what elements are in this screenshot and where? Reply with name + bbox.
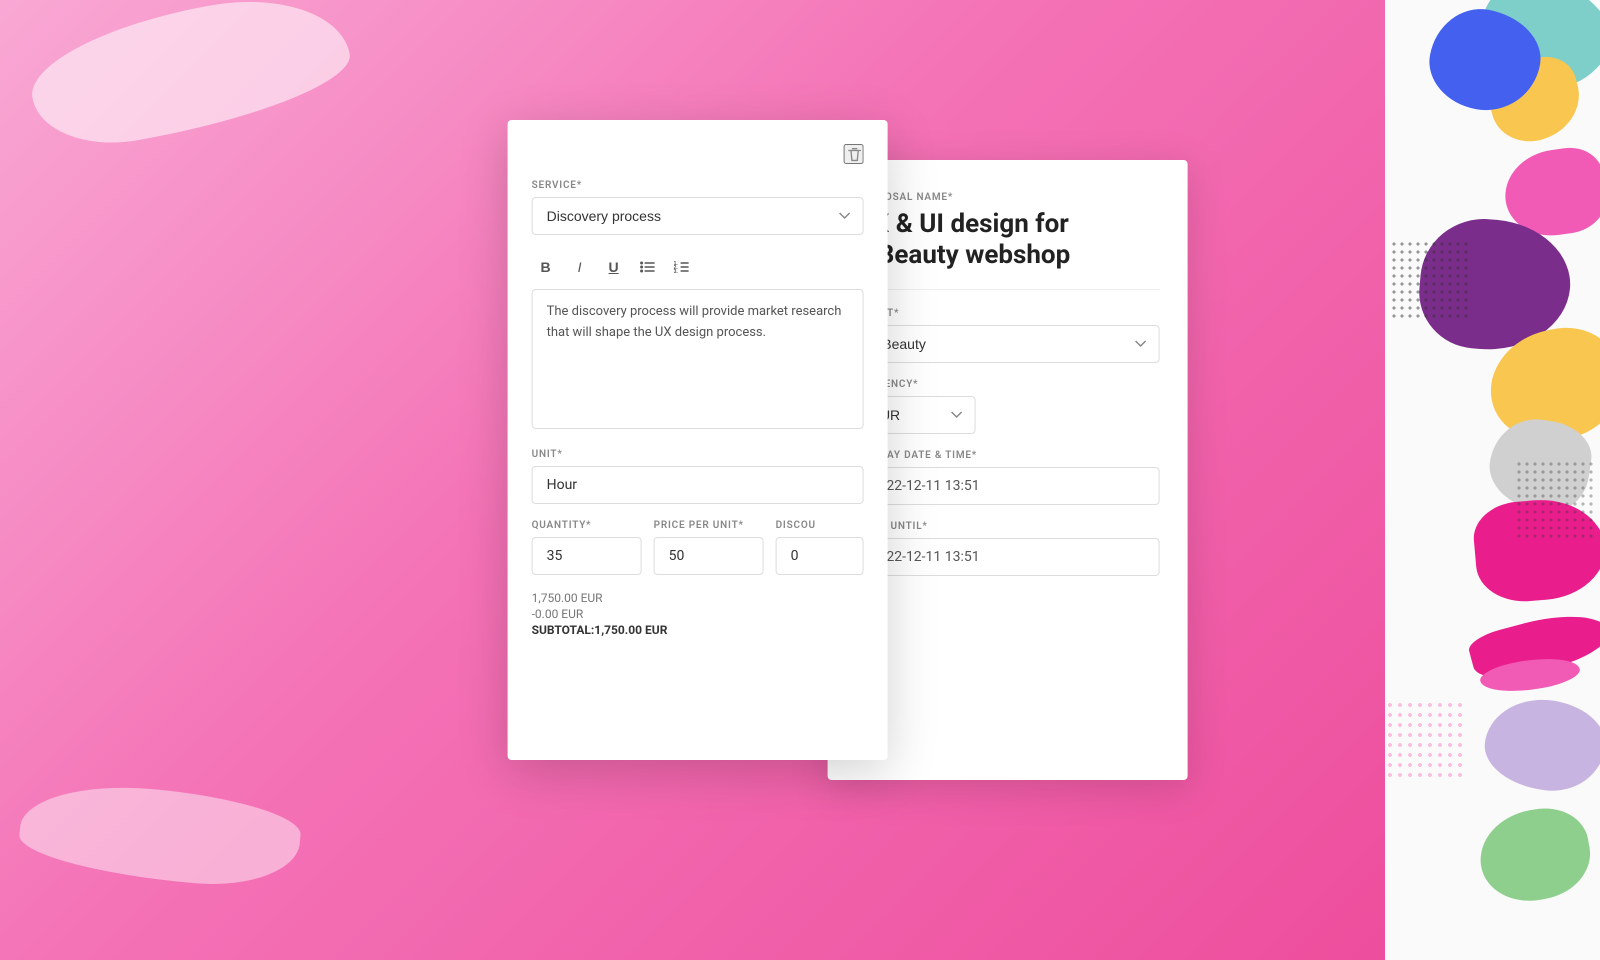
service-label: SERVICE* xyxy=(532,180,864,191)
client-label: CLIENT* xyxy=(856,308,1160,319)
service-card: SERVICE* Discovery process B I U xyxy=(508,120,888,760)
card-header xyxy=(532,144,864,164)
valid-until-group: VALID UNTIL* xyxy=(856,521,1160,576)
proposal-name-group: PROPOSAL NAME* UX & UI design for InBeau… xyxy=(856,192,1160,290)
discount-input[interactable] xyxy=(776,537,864,575)
currency-label: CURRENCY* xyxy=(856,379,1160,390)
quantity-row: QUANTITY* PRICE PER UNIT* DISCOU xyxy=(532,520,864,575)
quantity-label: QUANTITY* xyxy=(532,520,642,531)
unordered-list-button[interactable] xyxy=(634,253,662,281)
deco-shape-dots3 xyxy=(1385,700,1465,780)
unit-label: UNIT* xyxy=(532,449,864,460)
deco-shape-green xyxy=(1473,801,1597,909)
client-select[interactable]: InBeauty xyxy=(856,325,1160,363)
quantity-group: QUANTITY* xyxy=(532,520,642,575)
client-group: CLIENT* InBeauty xyxy=(856,308,1160,363)
deco-shape-dots xyxy=(1390,240,1470,320)
pricing-summary: 1,750.00 EUR -0.00 EUR SUBTOTAL:1,750.00… xyxy=(532,591,864,637)
price-label: PRICE PER UNIT* xyxy=(654,520,764,531)
display-date-input[interactable] xyxy=(856,467,1160,505)
price-input[interactable] xyxy=(654,537,764,575)
svg-text:3.: 3. xyxy=(674,269,679,274)
quantity-input[interactable] xyxy=(532,537,642,575)
description-textarea[interactable]: The discovery process will provide marke… xyxy=(532,289,864,429)
subtotal-line: SUBTOTAL:1,750.00 EUR xyxy=(532,623,864,637)
deco-shape-dots2 xyxy=(1515,460,1595,540)
discount-line: -0.00 EUR xyxy=(532,607,864,621)
display-date-group: DISPLAY DATE & TIME* xyxy=(856,450,1160,505)
discount-label: DISCOU xyxy=(776,520,864,531)
total-line: 1,750.00 EUR xyxy=(532,591,864,605)
valid-until-input[interactable] xyxy=(856,538,1160,576)
service-group: SERVICE* Discovery process xyxy=(532,180,864,235)
subtotal-label: SUBTOTAL: xyxy=(532,623,595,637)
service-select[interactable]: Discovery process xyxy=(532,197,864,235)
unit-input[interactable] xyxy=(532,466,864,504)
proposal-title: UX & UI design for InBeauty webshop xyxy=(856,209,1160,271)
italic-button[interactable]: I xyxy=(566,253,594,281)
proposal-name-label: PROPOSAL NAME* xyxy=(856,192,1160,203)
valid-until-label: VALID UNTIL* xyxy=(856,521,1160,532)
unit-group: UNIT* xyxy=(532,449,864,504)
delete-button[interactable] xyxy=(844,144,864,164)
cards-wrapper: PROPOSAL NAME* UX & UI design for InBeau… xyxy=(508,120,1188,840)
subtotal-value: 1,750.00 EUR xyxy=(594,623,667,637)
bold-button[interactable]: B xyxy=(532,253,560,281)
price-group: PRICE PER UNIT* xyxy=(654,520,764,575)
currency-group: CURRENCY* EUR xyxy=(856,379,1160,434)
discount-group: DISCOU xyxy=(776,520,864,575)
ordered-list-button[interactable]: 1. 2. 3. xyxy=(668,253,696,281)
divider1 xyxy=(856,289,1160,290)
editor-toolbar: B I U 1. 2. 3. xyxy=(532,253,864,281)
underline-button[interactable]: U xyxy=(600,253,628,281)
display-date-label: DISPLAY DATE & TIME* xyxy=(856,450,1160,461)
decorative-panel xyxy=(1385,0,1600,960)
deco-shape-lavender xyxy=(1481,694,1600,796)
